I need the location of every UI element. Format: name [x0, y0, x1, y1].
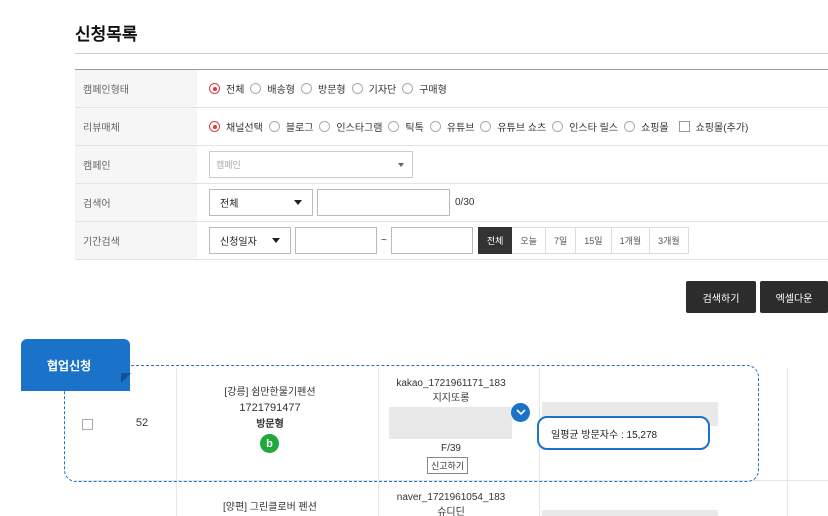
applicant-name: 지지또롱	[432, 393, 470, 404]
chevron-down-icon	[294, 200, 302, 205]
radio-campaign-type-visit[interactable]: 방문형	[301, 81, 346, 96]
radio-media-channel-select[interactable]: 채널선택	[209, 119, 263, 134]
period-button-group: 전체 오늘 7일 15일 1개월 3개월	[477, 227, 689, 254]
title-divider	[75, 53, 828, 54]
period-1month-button[interactable]: 1개월	[611, 227, 651, 254]
collab-request-ribbon: 협업신청	[21, 339, 130, 391]
radio-media-youtube[interactable]: 유튜브	[429, 119, 474, 134]
naver-blog-icon: b	[260, 434, 279, 453]
keyword-label: 검색어	[75, 184, 197, 221]
radio-campaign-type-all[interactable]: 전체	[209, 81, 244, 96]
start-date-input[interactable]	[295, 227, 377, 254]
campaign-select[interactable]: 캠페인	[209, 151, 413, 178]
filter-row-period: 기간검색 신청일자 ~ 전체 오늘 7일 15일 1개월 3개월	[75, 222, 828, 260]
blurred-profile-image	[389, 407, 512, 439]
campaign-select-placeholder: 캠페인	[216, 160, 241, 170]
campaign-title: [강릉] 쉼만한물기펜션	[224, 387, 316, 398]
page-title: 신청목록	[75, 25, 138, 44]
daily-visitors-box: 일평균 방문자수 : 15,278	[537, 416, 710, 450]
keyword-counter: 0/30	[455, 197, 475, 208]
radio-media-tiktok[interactable]: 틱톡	[388, 119, 424, 134]
date-range-separator: ~	[381, 235, 387, 246]
chevron-down-icon[interactable]	[511, 403, 530, 422]
excel-download-button[interactable]: 엑셀다운	[760, 281, 828, 313]
date-type-select[interactable]: 신청일자	[209, 227, 291, 254]
period-all-button[interactable]: 전체	[477, 227, 513, 254]
campaign-type-label: 캠페인형태	[75, 70, 197, 107]
radio-media-shopping-mall[interactable]: 쇼핑몰	[624, 119, 669, 134]
chevron-down-icon	[272, 238, 280, 243]
date-type-value: 신청일자	[220, 237, 257, 248]
gender-age: F/39	[440, 443, 461, 454]
radio-media-blog[interactable]: 블로그	[268, 119, 313, 134]
period-7days-button[interactable]: 7일	[545, 227, 577, 254]
row-checkbox[interactable]	[82, 419, 93, 430]
checkbox-shopping-mall-extra[interactable]: 쇼핑몰(추가)	[678, 119, 748, 134]
period-label: 기간검색	[75, 222, 197, 259]
radio-campaign-type-delivery[interactable]: 배송형	[250, 81, 295, 96]
period-3months-button[interactable]: 3개월	[650, 227, 689, 254]
keyword-type-value: 전체	[220, 199, 239, 210]
applicant-name: 슈디딘	[437, 507, 465, 516]
filter-row-review-media: 리뷰매체 채널선택 블로그 인스타그램 틱톡 유튜브 유튜브 쇼츠 인스타 릴스…	[75, 108, 828, 146]
chevron-down-icon	[398, 162, 404, 167]
campaign-type: 방문형	[256, 419, 284, 430]
row-number: 52	[135, 417, 149, 429]
filter-table: 캠페인형태 전체 배송형 방문형 기자단 구매형 리뷰매체 채널선택 블로그 인…	[75, 69, 828, 260]
daily-visitors-text: 일평균 방문자수 : 15,278	[551, 429, 658, 441]
filter-row-campaign: 캠페인 캠페인	[75, 146, 828, 184]
period-15days-button[interactable]: 15일	[576, 227, 612, 254]
campaign-title: [양편] 그린클로버 펜션	[223, 502, 317, 513]
keyword-type-select[interactable]: 전체	[209, 189, 313, 216]
filter-row-campaign-type: 캠페인형태 전체 배송형 방문형 기자단 구매형	[75, 70, 828, 108]
campaign-label: 캠페인	[75, 146, 197, 183]
campaign-id: 1721791477	[239, 402, 301, 414]
review-media-label: 리뷰매체	[75, 108, 197, 145]
applicant-id: kakao_1721961171_183	[396, 378, 506, 389]
filter-row-keyword: 검색어 전체 0/30	[75, 184, 828, 222]
ribbon-fold	[121, 373, 131, 383]
radio-media-instagram[interactable]: 인스타그램	[319, 119, 382, 134]
applicant-id: naver_1721961054_183	[396, 492, 506, 503]
period-today-button[interactable]: 오늘	[512, 227, 546, 254]
search-button[interactable]: 검색하기	[686, 281, 756, 313]
radio-media-youtube-shorts[interactable]: 유튜브 쇼츠	[480, 119, 546, 134]
report-button[interactable]: 신고하기	[427, 457, 469, 474]
blurred-channel-info	[542, 510, 718, 516]
radio-media-instagram-reels[interactable]: 인스타 릴스	[552, 119, 618, 134]
radio-campaign-type-reporter[interactable]: 기자단	[351, 81, 396, 96]
keyword-input[interactable]	[317, 189, 450, 216]
radio-campaign-type-purchase[interactable]: 구매형	[402, 81, 447, 96]
end-date-input[interactable]	[390, 227, 473, 254]
